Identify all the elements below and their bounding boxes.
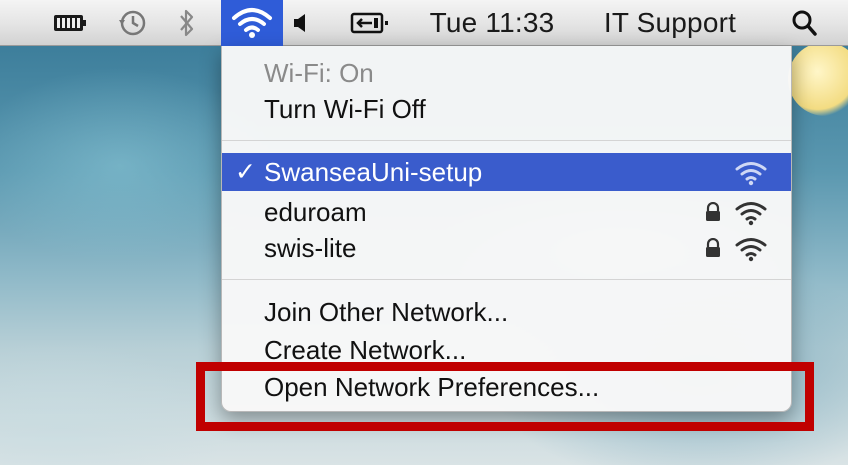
menu-separator <box>222 140 791 141</box>
menubar-user[interactable]: IT Support <box>590 0 750 46</box>
turn-wifi-off-item[interactable]: Turn Wi-Fi Off <box>222 90 791 126</box>
wifi-signal-icon <box>735 202 767 226</box>
network-item-swanseauni-setup[interactable]: ✓ SwanseaUni-setup <box>222 153 791 191</box>
menu-bar: Tue 11:33 IT Support <box>0 0 848 46</box>
menu-separator <box>222 279 791 280</box>
wifi-signal-icon <box>735 238 767 262</box>
network-name: SwanseaUni-setup <box>264 157 483 187</box>
network-item-swis-lite[interactable]: swis-lite <box>222 229 791 265</box>
turn-wifi-off-label: Turn Wi-Fi Off <box>264 94 426 124</box>
wifi-icon[interactable] <box>221 0 283 46</box>
wifi-status-label: Wi-Fi: On <box>264 58 374 88</box>
lock-icon <box>706 202 720 221</box>
join-other-network-item[interactable]: Join Other Network... <box>222 293 791 329</box>
join-other-network-label: Join Other Network... <box>264 297 509 327</box>
spotlight-search-icon[interactable] <box>784 0 824 46</box>
lock-icon <box>706 238 720 257</box>
bluetooth-icon[interactable] <box>172 0 202 46</box>
user-name-text: IT Support <box>603 7 737 38</box>
annotation-highlight-box <box>196 362 814 431</box>
wifi-status-item: Wi-Fi: On <box>222 54 791 90</box>
network-name: swis-lite <box>264 233 357 263</box>
network-name: eduroam <box>264 197 367 227</box>
wallpaper-sun <box>788 42 848 116</box>
network-item-eduroam[interactable]: eduroam <box>222 193 791 229</box>
checkmark-icon: ✓ <box>235 158 256 186</box>
time-machine-icon[interactable] <box>110 0 154 46</box>
battery-icon[interactable] <box>50 0 90 46</box>
input-source-icon[interactable] <box>346 0 396 46</box>
menubar-clock[interactable]: Tue 11:33 <box>418 0 566 46</box>
wifi-menu: Wi-Fi: On Turn Wi-Fi Off ✓ SwanseaUni-se… <box>221 46 792 412</box>
wifi-signal-icon <box>735 162 767 186</box>
clock-text: Tue 11:33 <box>429 7 555 38</box>
volume-icon[interactable] <box>288 0 312 46</box>
